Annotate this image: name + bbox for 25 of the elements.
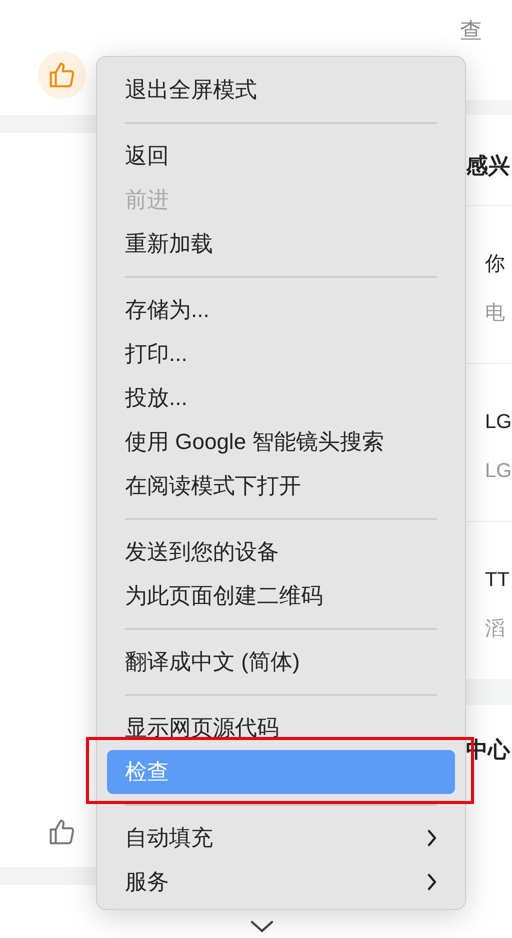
menu-item[interactable]: 服务 <box>107 860 455 904</box>
menu-item[interactable]: 使用 Google 智能镜头搜索 <box>107 420 455 464</box>
entry-title[interactable]: TT <box>485 567 512 593</box>
menu-item[interactable]: 翻译成中文 (简体) <box>107 640 455 684</box>
menu-item[interactable]: 投放... <box>107 376 455 420</box>
thumbs-up-icon[interactable] <box>47 817 77 847</box>
menu-item[interactable]: 返回 <box>107 134 455 178</box>
menu-item[interactable]: 自动填充 <box>107 816 455 860</box>
section-heading: 感兴 <box>465 153 510 178</box>
entry-title[interactable]: 你 <box>485 251 512 277</box>
menu-item[interactable]: 存储为... <box>107 288 455 332</box>
scroll-down-icon[interactable] <box>250 920 274 934</box>
menu-item[interactable]: 打印... <box>107 332 455 376</box>
entry-subtitle: 电 <box>485 301 506 326</box>
menu-item[interactable]: 退出全屏模式 <box>107 68 455 112</box>
menu-item[interactable]: 显示网页源代码 <box>107 706 455 750</box>
entry-subtitle: LG <box>485 459 512 484</box>
menu-item[interactable]: 重新加载 <box>107 222 455 266</box>
search-link[interactable]: 查 <box>460 18 482 43</box>
menu-item[interactable]: 为此页面创建二维码 <box>107 574 455 618</box>
thumbs-up-icon[interactable] <box>47 60 77 90</box>
entry-subtitle: 滔 <box>485 617 506 642</box>
entry-title[interactable]: LG <box>485 409 512 435</box>
menu-item[interactable]: 发送到您的设备 <box>107 530 455 574</box>
menu-item[interactable]: 在阅读模式下打开 <box>107 464 455 508</box>
